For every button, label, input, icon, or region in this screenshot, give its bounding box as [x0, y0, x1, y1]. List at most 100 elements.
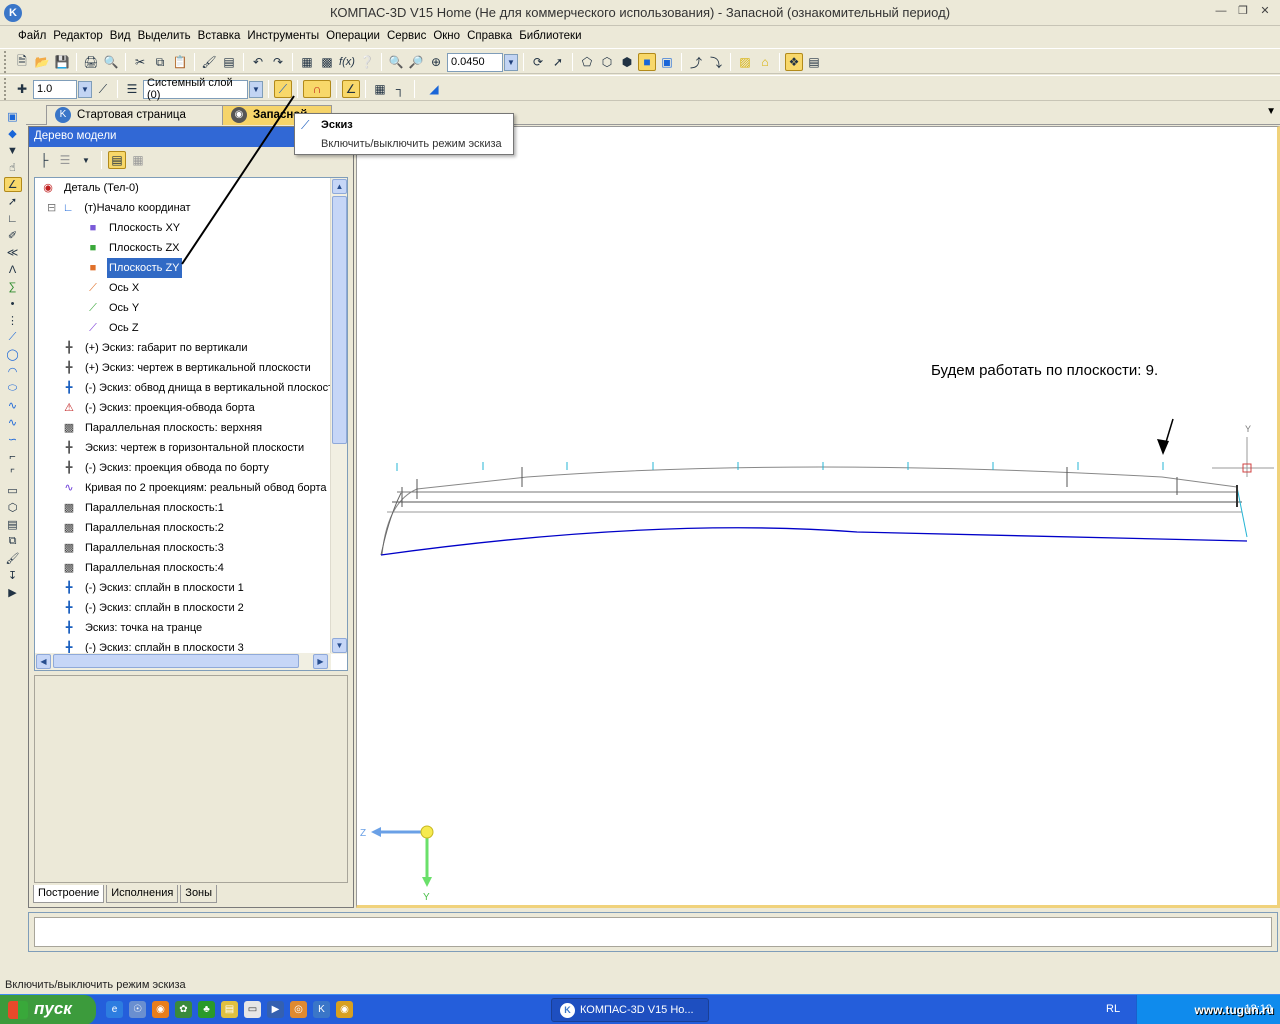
- geometry-icon[interactable]: ∠: [3, 177, 22, 192]
- menu-window[interactable]: Окно: [431, 27, 465, 47]
- new-file-icon[interactable]: 🗎: [13, 53, 31, 71]
- print-preview-icon[interactable]: 🔍: [102, 53, 120, 71]
- tree-row[interactable]: ⊟ ∟ (т)Начало координат: [47, 198, 193, 218]
- shaded-edges-icon[interactable]: ▣: [658, 53, 676, 71]
- tree-row[interactable]: ╋ (-) Эскиз: сплайн в плоскости 1: [61, 578, 246, 598]
- help-icon[interactable]: ❔: [358, 53, 376, 71]
- circle-icon[interactable]: ◯: [4, 347, 22, 362]
- firefox-icon[interactable]: ◉: [152, 1001, 169, 1018]
- minimize-icon[interactable]: —: [1212, 4, 1230, 20]
- tree-row[interactable]: ◉ Деталь (Тел-0): [40, 178, 141, 198]
- format-brush-icon[interactable]: 🖌: [200, 53, 218, 71]
- magnet-icon[interactable]: ∩: [303, 80, 331, 98]
- filter-funnel-icon[interactable]: ▼: [4, 143, 22, 158]
- edit-details-icon[interactable]: ▣: [4, 109, 22, 124]
- constraints-icon[interactable]: ≪: [4, 245, 22, 260]
- menu-select[interactable]: Выделить: [136, 27, 196, 47]
- menu-edit[interactable]: Редактор: [51, 27, 108, 47]
- menu-file[interactable]: Файл: [16, 27, 51, 47]
- grid-icon[interactable]: ▦: [371, 80, 389, 98]
- point-icon[interactable]: •: [4, 296, 22, 311]
- properties-icon[interactable]: ▤: [220, 53, 238, 71]
- redo-icon[interactable]: ↷: [269, 53, 287, 71]
- cube-yellow-icon[interactable]: ▨: [736, 53, 754, 71]
- collapse-toggle-icon[interactable]: ⊟: [47, 198, 56, 218]
- rotate-icon[interactable]: ⟳: [529, 53, 547, 71]
- polyline-icon[interactable]: ∿: [4, 415, 22, 430]
- dimensions-icon[interactable]: ➚: [4, 194, 22, 209]
- zoom-field[interactable]: 0.0450: [447, 52, 503, 72]
- toolbar-grip[interactable]: [4, 51, 9, 73]
- filter-icon[interactable]: ⤴: [687, 53, 705, 71]
- toolbar-grip[interactable]: [4, 78, 9, 100]
- copy-icon[interactable]: ⧉: [151, 53, 169, 71]
- command-input[interactable]: [34, 917, 1272, 947]
- ellipse-icon[interactable]: ⬭: [4, 381, 22, 396]
- paste-icon[interactable]: 📋: [171, 53, 189, 71]
- hatch-icon[interactable]: ▤: [4, 517, 22, 532]
- menu-tools[interactable]: Инструменты: [245, 27, 324, 47]
- tab-variants[interactable]: Исполнения: [106, 885, 179, 903]
- tree-vertical-scrollbar[interactable]: ▲ ▼: [330, 178, 347, 654]
- scroll-left-icon[interactable]: ◀: [36, 654, 51, 669]
- step-dropdown-icon[interactable]: ▼: [78, 80, 92, 98]
- task-kompas[interactable]: K КОМПАС-3D V15 Ho...: [551, 998, 709, 1022]
- menu-view[interactable]: Вид: [108, 27, 136, 47]
- sketch-mode-button[interactable]: ⟋: [274, 80, 292, 98]
- bezier-icon[interactable]: ∽: [4, 432, 22, 447]
- wireframe-icon[interactable]: ⬠: [578, 53, 596, 71]
- expand-icon[interactable]: ▶: [4, 585, 22, 600]
- document-icon[interactable]: ▭: [244, 1001, 261, 1018]
- tree-export-icon[interactable]: ▦: [129, 151, 147, 169]
- layer-field[interactable]: Системный слой (0): [143, 77, 248, 101]
- tree-row[interactable]: ▩ Параллельная плоскость:2: [61, 518, 226, 538]
- notepad-icon[interactable]: ▤: [221, 1001, 238, 1018]
- save-icon[interactable]: 💾: [53, 53, 71, 71]
- zoom-dropdown-icon[interactable]: ▼: [504, 53, 518, 71]
- zoom-scale-icon[interactable]: ⊕: [427, 53, 445, 71]
- model-viewport[interactable]: Y Z Y: [356, 126, 1280, 908]
- step-field[interactable]: 1.0: [33, 79, 77, 99]
- tree-row[interactable]: ⟋ Ось Y: [85, 298, 141, 318]
- scroll-right-icon[interactable]: ▶: [313, 654, 328, 669]
- network-icon[interactable]: ☉: [129, 1001, 146, 1018]
- ortho-icon[interactable]: ⟋: [94, 80, 112, 98]
- scroll-down-icon[interactable]: ▼: [332, 638, 347, 653]
- tree-row[interactable]: ∿ Кривая по 2 проекциям: реальный обвод б…: [61, 478, 329, 498]
- menu-libraries[interactable]: Библиотеки: [517, 27, 586, 47]
- hidden-thin-icon[interactable]: ⬢: [618, 53, 636, 71]
- copy-shape-icon[interactable]: ⧉: [4, 534, 22, 549]
- model-tree-toggle-icon[interactable]: ❖: [785, 53, 803, 71]
- tree-row[interactable]: ⟋ Ось X: [85, 278, 141, 298]
- segment-icon[interactable]: ⟋: [4, 330, 22, 345]
- open-file-icon[interactable]: 📂: [33, 53, 51, 71]
- paint-icon[interactable]: 🖌: [4, 551, 22, 566]
- shaded-icon[interactable]: ■: [638, 53, 656, 71]
- menu-service[interactable]: Сервис: [385, 27, 431, 47]
- green-app-icon[interactable]: ♣: [198, 1001, 215, 1018]
- tree-row[interactable]: ╋ (-) Эскиз: проекция обвода по борту: [61, 458, 271, 478]
- tree-row[interactable]: ⟋ Ось Z: [85, 318, 141, 338]
- media-icon[interactable]: ▶: [267, 1001, 284, 1018]
- menu-help[interactable]: Справка: [465, 27, 517, 47]
- hand-icon[interactable]: ☝: [4, 160, 22, 175]
- tree-list-icon[interactable]: ☰: [56, 151, 74, 169]
- panel-icon[interactable]: ▤: [805, 53, 823, 71]
- house-icon[interactable]: ⌂: [756, 53, 774, 71]
- chrome-icon[interactable]: ◉: [336, 1001, 353, 1018]
- tree-row[interactable]: ╋ (-) Эскиз: сплайн в плоскости 2: [61, 598, 246, 618]
- tree-row[interactable]: ▩ Параллельная плоскость: верхняя: [61, 418, 264, 438]
- tree-row[interactable]: ▩ Параллельная плоскость:1: [61, 498, 226, 518]
- tab-start-page[interactable]: K Стартовая страница: [46, 105, 226, 125]
- kompas-quick-icon[interactable]: K: [313, 1001, 330, 1018]
- fillet-icon[interactable]: ⌐: [4, 449, 22, 464]
- chamfer-icon[interactable]: ⌜: [4, 466, 22, 481]
- plant-icon[interactable]: ✿: [175, 1001, 192, 1018]
- measure-icon[interactable]: ✐: [4, 228, 22, 243]
- menu-operations[interactable]: Операции: [324, 27, 385, 47]
- scroll-up-icon[interactable]: ▲: [332, 179, 347, 194]
- tree-row[interactable]: ╋ (+) Эскиз: габарит по вертикали: [61, 338, 250, 358]
- tree-row[interactable]: ╋ Эскиз: чертеж в горизонтальной плоскост…: [61, 438, 306, 458]
- library-icon[interactable]: ▩: [318, 53, 336, 71]
- layer-dropdown-icon[interactable]: ▼: [249, 80, 263, 98]
